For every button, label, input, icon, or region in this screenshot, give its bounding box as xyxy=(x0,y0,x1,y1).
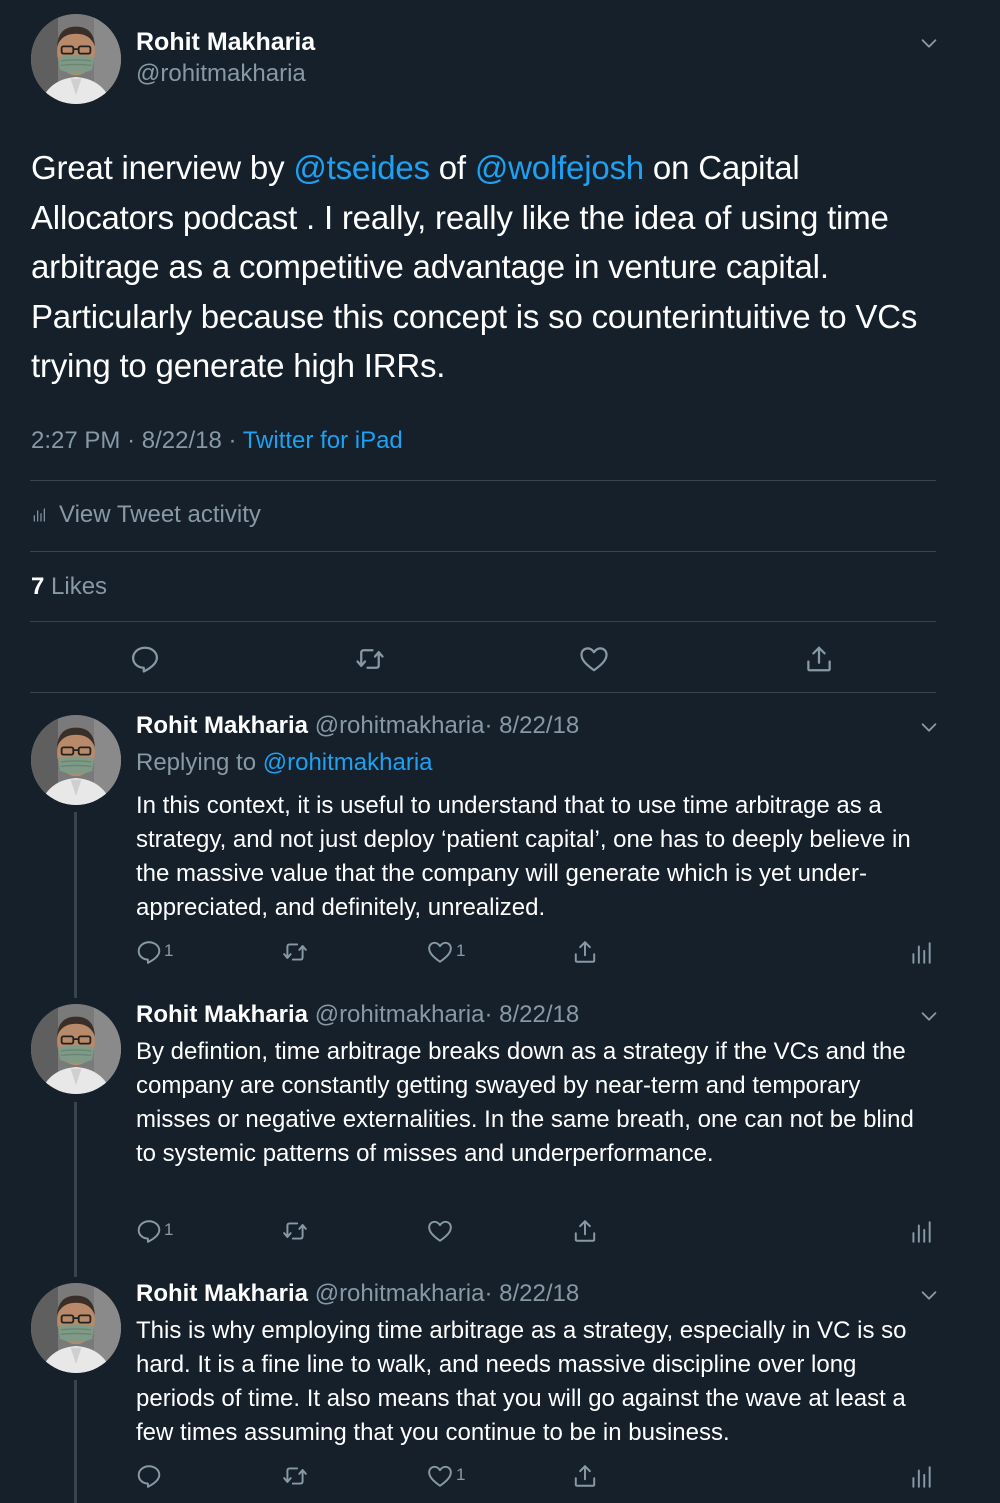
chevron-down-icon[interactable] xyxy=(918,1284,940,1306)
avatar[interactable] xyxy=(31,1283,121,1373)
divider xyxy=(30,551,936,552)
likes-count: 7 xyxy=(31,573,45,600)
share-icon[interactable] xyxy=(804,644,834,674)
mention-link[interactable]: @wolfejosh xyxy=(475,149,644,186)
replying-to: Replying to @rohitmakharia xyxy=(136,749,433,777)
reply-text: By defintion, time arbitrage breaks down… xyxy=(136,1038,914,1167)
replying-to-label: Replying to xyxy=(136,749,257,776)
tweet-date[interactable]: · 8/22/18 xyxy=(484,1280,579,1307)
analytics-icon[interactable] xyxy=(908,940,934,966)
tweet-meta: 2:27 PM · 8/22/18 · Twitter for iPad xyxy=(31,427,403,455)
analytics-icon[interactable] xyxy=(908,1219,934,1245)
analytics-icon xyxy=(31,505,47,525)
tweet-text-part: Great inerview by xyxy=(31,149,294,186)
tweet-text: Great inerview by @tseides of @wolfejosh… xyxy=(31,143,931,391)
analytics-icon[interactable] xyxy=(908,1464,934,1490)
mention-link[interactable]: @tseides xyxy=(293,149,430,186)
chevron-down-icon[interactable] xyxy=(918,32,940,54)
like-icon[interactable] xyxy=(579,644,609,674)
author-handle[interactable]: @rohitmakharia xyxy=(315,1001,485,1028)
reply-icon[interactable] xyxy=(136,1218,162,1244)
reply-icon[interactable] xyxy=(136,1463,162,1489)
divider xyxy=(30,480,936,481)
reply-header: Rohit Makharia @rohitmakharia· 8/22/18 xyxy=(136,1280,579,1308)
chevron-down-icon[interactable] xyxy=(918,1005,940,1027)
avatar[interactable] xyxy=(31,14,121,104)
retweet-icon[interactable] xyxy=(282,939,308,965)
tweet-date[interactable]: · 8/22/18 xyxy=(484,712,579,739)
divider xyxy=(30,621,936,622)
meta-separator: · xyxy=(127,427,136,454)
reply-count: 1 xyxy=(164,1220,174,1239)
like-icon[interactable] xyxy=(427,1218,453,1244)
retweet-icon[interactable] xyxy=(282,1218,308,1244)
reply-icon[interactable] xyxy=(136,939,162,965)
view-tweet-activity-label: View Tweet activity xyxy=(59,501,261,528)
share-icon[interactable] xyxy=(572,939,598,965)
thread-line xyxy=(74,1380,77,1503)
replying-to-handle[interactable]: @rohitmakharia xyxy=(263,749,433,776)
like-count: 1 xyxy=(456,941,466,960)
like-count: 1 xyxy=(456,1465,466,1484)
author-name[interactable]: Rohit Makharia xyxy=(136,1001,308,1028)
reply-icon[interactable] xyxy=(130,644,160,674)
avatar[interactable] xyxy=(31,715,121,805)
author-name[interactable]: Rohit Makharia xyxy=(136,28,315,57)
tweet-source-link[interactable]: Twitter for iPad xyxy=(243,427,403,454)
author-handle[interactable]: @rohitmakharia xyxy=(315,1280,485,1307)
author-name[interactable]: Rohit Makharia xyxy=(136,1280,308,1307)
thread-line xyxy=(74,1102,77,1277)
reply-header: Rohit Makharia @rohitmakharia· 8/22/18 xyxy=(136,1001,579,1029)
tweet-date: 8/22/18 xyxy=(141,427,222,454)
likes-label: Likes xyxy=(51,573,108,600)
author-name[interactable]: Rohit Makharia xyxy=(136,712,308,739)
share-icon[interactable] xyxy=(572,1463,598,1489)
author-handle[interactable]: @rohitmakharia xyxy=(136,60,306,88)
tweet-text-part: of xyxy=(429,149,475,186)
avatar[interactable] xyxy=(31,1004,121,1094)
tweet-time: 2:27 PM xyxy=(31,427,121,454)
retweet-icon[interactable] xyxy=(355,644,385,674)
reply-text: In this context, it is useful to underst… xyxy=(136,792,911,921)
like-icon[interactable] xyxy=(427,939,453,965)
retweet-icon[interactable] xyxy=(282,1463,308,1489)
author-handle[interactable]: @rohitmakharia xyxy=(315,712,485,739)
thread-line xyxy=(74,812,77,998)
divider xyxy=(30,692,936,693)
reply-header: Rohit Makharia @rohitmakharia· 8/22/18 xyxy=(136,712,579,740)
likes-count-link[interactable]: 7 Likes xyxy=(31,573,107,601)
reply-text: This is why employing time arbitrage as … xyxy=(136,1317,907,1446)
reply-count: 1 xyxy=(164,941,174,960)
chevron-down-icon[interactable] xyxy=(918,716,940,738)
tweet-date[interactable]: · 8/22/18 xyxy=(484,1001,579,1028)
like-icon[interactable] xyxy=(427,1463,453,1489)
view-tweet-activity-link[interactable]: View Tweet activity xyxy=(31,501,261,529)
share-icon[interactable] xyxy=(572,1218,598,1244)
meta-separator: · xyxy=(228,427,237,454)
